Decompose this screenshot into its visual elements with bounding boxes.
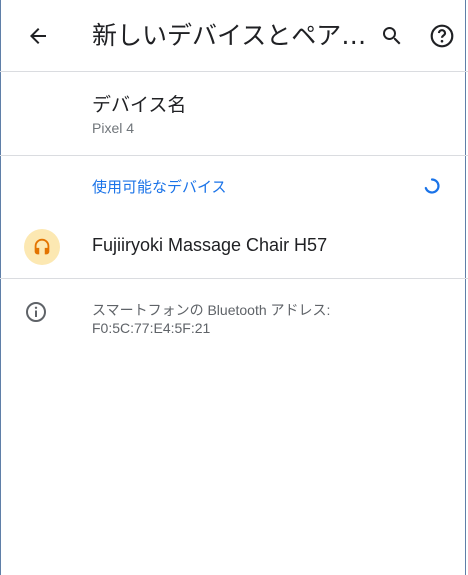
list-item-device[interactable]: Fujiiryoki Massage Chair H57 bbox=[0, 213, 468, 279]
available-devices-header: 使用可能なデバイス bbox=[0, 157, 468, 213]
device-name-label: Fujiiryoki Massage Chair H57 bbox=[92, 235, 328, 255]
device-name-value: Pixel 4 bbox=[92, 120, 135, 136]
app-bar: 新しいデバイスとペア… bbox=[0, 0, 468, 72]
available-devices-label: 使用可能なデバイス bbox=[92, 178, 227, 196]
headset-icon bbox=[24, 229, 60, 265]
help-icon[interactable] bbox=[426, 20, 458, 52]
device-name-setting[interactable]: デバイス名 Pixel 4 bbox=[0, 72, 468, 156]
page-title: 新しいデバイスとペア… bbox=[92, 21, 367, 50]
bluetooth-address-info: スマートフォンの Bluetooth アドレス: F0:5C:77:E4:5F:… bbox=[0, 280, 468, 360]
bluetooth-address-text: スマートフォンの Bluetooth アドレス: F0:5C:77:E4:5F:… bbox=[92, 302, 331, 336]
loading-spinner-icon bbox=[423, 177, 441, 195]
arrow-back-icon[interactable] bbox=[22, 20, 54, 52]
info-icon bbox=[24, 300, 48, 324]
search-icon[interactable] bbox=[376, 20, 408, 52]
device-name-title: デバイス名 bbox=[92, 94, 187, 116]
